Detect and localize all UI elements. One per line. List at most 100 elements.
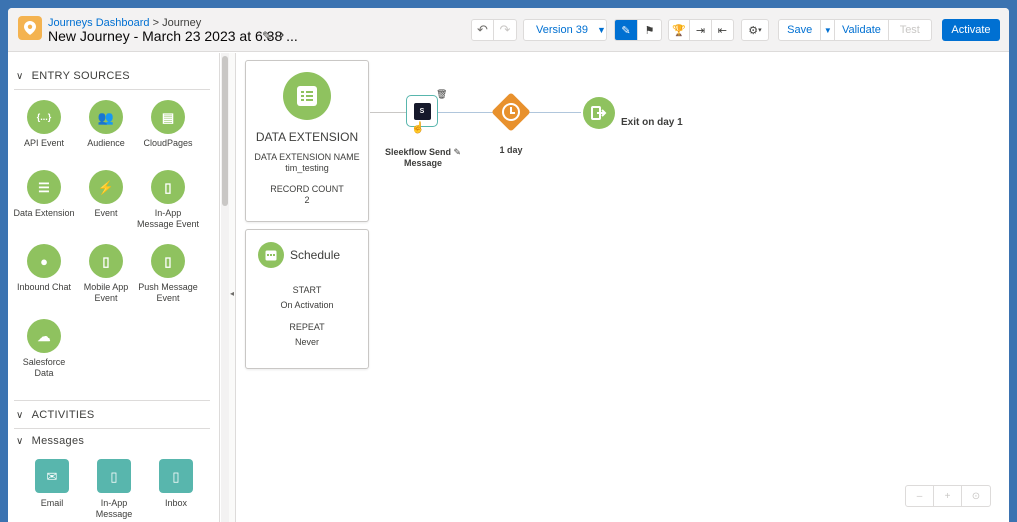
redo-icon[interactable]: ↷	[494, 20, 516, 40]
exit-door-icon	[591, 106, 607, 120]
data-extension-title: DATA EXTENSION	[255, 130, 359, 144]
entry-source-label: Audience	[87, 138, 125, 148]
activity-inbox[interactable]: ▯ Inbox	[144, 459, 208, 509]
push-icon: ▯	[151, 244, 185, 278]
header-bar: Journeys Dashboard > Journey New Journey…	[8, 8, 1009, 52]
entry-source-api[interactable]: {...} API Event	[12, 100, 76, 149]
entry-source-in-app[interactable]: ▯ In-App Message Event	[136, 170, 200, 230]
trophy-icon[interactable]: 🏆	[669, 20, 691, 40]
save-dropdown-icon[interactable]: ▼	[821, 20, 836, 40]
test-button[interactable]: Test	[889, 20, 931, 40]
palette-sidebar: ∨ ENTRY SOURCES {...} API Event 👥 Audience ▤…	[8, 53, 220, 522]
inbox-icon: ▯	[159, 459, 193, 493]
entry-sources-header[interactable]: ∨ ENTRY SOURCES	[16, 70, 130, 82]
entry-source-salesforce[interactable]: ☁ Salesforce Data	[12, 319, 76, 379]
version-label: Version 39	[536, 24, 588, 36]
entry-source-cloudpages[interactable]: ▤ CloudPages	[136, 100, 200, 149]
audience-icon: 👥	[89, 100, 123, 134]
journey-builder-window: Journeys Dashboard > Journey New Journey…	[8, 8, 1009, 522]
collapse-arrow-icon[interactable]: ◂	[230, 289, 234, 298]
entry-source-label: Mobile App Event	[83, 282, 129, 303]
zoom-reset-icon[interactable]: ⊙	[962, 486, 990, 506]
validate-button[interactable]: Validate	[835, 20, 889, 40]
calendar-icon	[258, 242, 284, 268]
chevron-down-icon: ∨	[16, 435, 24, 447]
entry-source-label: Event	[94, 208, 118, 218]
chevron-down-icon: ▼	[596, 25, 606, 35]
settings-dropdown[interactable]: ⚙ ▾	[741, 19, 769, 41]
save-button[interactable]: Save	[779, 20, 822, 40]
schedule-repeat-label: REPEAT	[289, 322, 325, 332]
record-count-label: RECORD COUNT	[270, 184, 344, 194]
entry-source-event[interactable]: ⚡ Event	[74, 170, 138, 219]
zoom-out-icon[interactable]: –	[906, 486, 934, 506]
entry-source-push[interactable]: ▯ Push Message Event	[136, 244, 200, 304]
activity-in-app-message[interactable]: ▯ In-App Message	[82, 459, 146, 520]
schedule-repeat-value: Never	[294, 337, 319, 347]
schedule-start-value: On Activation	[280, 300, 334, 310]
chevron-down-icon: ∨	[16, 70, 24, 82]
cursor-hand-icon: ☝	[411, 122, 425, 134]
activity-email[interactable]: ✉ Email	[20, 459, 84, 509]
panel-splitter[interactable]	[229, 53, 236, 522]
mode-toggle-group: ✎ ⚑	[614, 19, 662, 41]
delete-trash-icon[interactable]: 🗑	[436, 89, 447, 100]
data-extension-entry-card[interactable]: DATA EXTENSION DATA EXTENSION NAME tim_t…	[245, 60, 369, 222]
activities-title: ACTIVITIES	[31, 409, 95, 421]
schedule-card[interactable]: Schedule START On Activation REPEAT Neve…	[245, 229, 369, 369]
entry-source-label: In-App Message Event	[136, 208, 200, 229]
divider	[14, 89, 210, 90]
mobile-app-icon: ▯	[89, 244, 123, 278]
entry-source-chat[interactable]: ● Inbound Chat	[12, 244, 76, 293]
chevron-right-icon[interactable]: ›	[279, 26, 284, 44]
record-count-value: 2	[304, 195, 310, 205]
sidebar-scrollbar[interactable]	[221, 53, 229, 522]
journey-app-icon	[18, 16, 42, 40]
in-app-icon: ▯	[151, 170, 185, 204]
zoom-in-icon[interactable]: +	[934, 486, 962, 506]
api-icon: {...}	[27, 100, 61, 134]
journey-title: New Journey - March 23 2023 at 6.38 ...	[48, 28, 298, 44]
version-dropdown[interactable]: Version 39 ▼	[523, 19, 607, 41]
sleekflow-label-line2: Message	[403, 158, 443, 168]
clock-icon	[502, 103, 520, 121]
exit-node[interactable]	[583, 97, 615, 129]
divider	[14, 428, 210, 429]
journey-canvas[interactable]: DATA EXTENSION DATA EXTENSION NAME tim_t…	[237, 53, 1009, 522]
zoom-controls: – + ⊙	[905, 485, 991, 507]
entry-settings-icon[interactable]: ⇤	[712, 20, 733, 40]
event-icon: ⚡	[89, 170, 123, 204]
connector-line	[436, 112, 496, 113]
in-app-message-icon: ▯	[97, 459, 131, 493]
entry-source-audience[interactable]: 👥 Audience	[74, 100, 138, 149]
cloudpages-icon: ▤	[151, 100, 185, 134]
entry-source-label: Inbound Chat	[16, 282, 72, 292]
entry-sources-title: ENTRY SOURCES	[31, 70, 130, 82]
activity-mode-icon[interactable]: ⚑	[638, 20, 661, 40]
entry-source-label: API Event	[23, 138, 65, 148]
edit-pencil-icon[interactable]: ✎	[262, 29, 272, 43]
chat-icon: ●	[27, 244, 61, 278]
scrollbar-thumb[interactable]	[222, 56, 228, 206]
undo-redo-group: ↶ ↷	[471, 19, 517, 41]
edit-mode-icon[interactable]: ✎	[615, 20, 639, 40]
exit-criteria-icon[interactable]: ⇥	[690, 20, 712, 40]
gear-icon: ⚙	[748, 24, 759, 37]
divider	[14, 400, 210, 401]
data-extension-icon: ☰	[27, 170, 61, 204]
entry-source-mobile-app[interactable]: ▯ Mobile App Event	[74, 244, 138, 304]
entry-source-label: Push Message Event	[138, 282, 198, 303]
entry-source-label: Salesforce Data	[22, 357, 66, 378]
connector-line	[370, 112, 410, 113]
messages-header[interactable]: ∨ Messages	[16, 435, 84, 447]
undo-icon[interactable]: ↶	[472, 20, 495, 40]
goal-exit-group: 🏆 ⇥ ⇤	[668, 19, 734, 41]
activities-header[interactable]: ∨ ACTIVITIES	[16, 409, 95, 421]
activate-button[interactable]: Activate	[942, 19, 1000, 41]
messages-title: Messages	[31, 435, 85, 447]
salesforce-icon: ☁	[27, 319, 61, 353]
sleekflow-node-label: Sleekflow Send ✎ Message	[382, 147, 464, 169]
connector-line	[526, 112, 581, 113]
entry-source-data-extension[interactable]: ☰ Data Extension	[12, 170, 76, 219]
edit-pencil-icon[interactable]: ✎	[454, 147, 462, 157]
